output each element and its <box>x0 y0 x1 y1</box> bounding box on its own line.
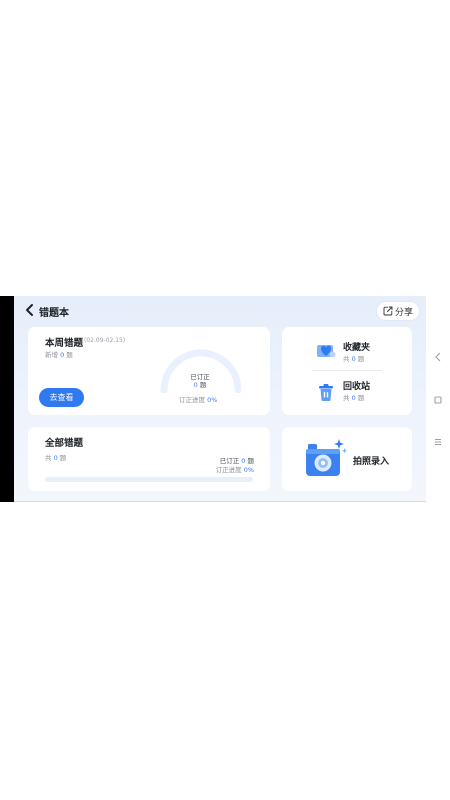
heart-folder-icon <box>317 345 336 358</box>
wrong-question-book-screen: 错题本 分享 本周错题 (02.09-02.15) 新增 0 题 去查看 已订正… <box>14 296 426 502</box>
favorites-entry[interactable]: 收藏夹 共 0 题 <box>282 330 412 370</box>
recycle-title: 回收站 <box>343 382 371 392</box>
all-progress-value: 0% <box>243 466 254 474</box>
favorites-count-value: 0 <box>351 355 356 363</box>
weekly-added-prefix: 新增 <box>45 351 58 359</box>
trash-icon <box>319 384 333 401</box>
favorites-count-prefix: 共 <box>343 355 350 363</box>
weekly-added-unit: 题 <box>66 351 73 359</box>
app-bottom-edge <box>14 501 426 502</box>
weekly-added-count: 0 <box>60 351 65 359</box>
photo-entry-label: 拍照录入 <box>353 457 390 467</box>
share-icon <box>383 306 393 316</box>
nav-home-icon[interactable] <box>431 393 445 407</box>
gauge-corrected-count: 0 题 <box>180 379 220 389</box>
gauge-count-unit: 题 <box>199 381 207 389</box>
recycle-count: 共 0 题 <box>343 392 364 402</box>
weekly-title: 本周错题 <box>45 338 84 349</box>
favorites-title: 收藏夹 <box>343 343 371 353</box>
weekly-added: 新增 0 题 <box>45 349 73 359</box>
all-total-unit: 题 <box>59 454 67 462</box>
favorites-count: 共 0 题 <box>343 353 364 363</box>
all-total: 共 0 题 <box>45 452 66 462</box>
all-total-prefix: 共 <box>45 454 52 462</box>
weekly-date-range: (02.09-02.15) <box>84 337 126 344</box>
recycle-bin-entry[interactable]: 回收站 共 0 题 <box>282 372 412 412</box>
recycle-count-prefix: 共 <box>343 394 350 402</box>
all-mistakes-card[interactable]: 全部错题 共 0 题 已订正 0 题 订正进度 0% <box>28 427 270 491</box>
all-total-value: 0 <box>53 454 58 462</box>
all-progress-label: 订正进度 <box>215 466 242 474</box>
left-black-bar <box>0 296 14 502</box>
photo-entry-card[interactable]: 拍照录入 <box>282 427 412 491</box>
chevron-left-icon[interactable] <box>23 303 37 317</box>
nav-back-icon[interactable] <box>431 350 445 364</box>
share-button[interactable]: 分享 <box>377 302 419 320</box>
share-label: 分享 <box>394 307 413 318</box>
collections-card: 收藏夹 共 0 题 回收站 共 0 题 <box>282 327 412 415</box>
camera-icon <box>306 439 347 476</box>
nav-menu-icon[interactable] <box>431 435 445 449</box>
all-progress-bar <box>45 477 253 482</box>
recycle-count-value: 0 <box>351 394 356 402</box>
weekly-progress-value: 0% <box>207 396 218 404</box>
weekly-progress-label: 订正进度 <box>179 396 205 404</box>
all-title: 全部错题 <box>45 438 84 449</box>
favorites-count-unit: 题 <box>357 355 365 363</box>
collections-divider <box>312 370 382 371</box>
page-title: 错题本 <box>39 308 69 319</box>
view-button[interactable]: 去查看 <box>39 388 84 407</box>
weekly-mistakes-card[interactable]: 本周错题 (02.09-02.15) 新增 0 题 去查看 已订正 0 题 订正… <box>28 327 270 415</box>
header-bar: 错题本 分享 <box>14 296 426 326</box>
all-progress: 订正进度 0% <box>216 464 254 474</box>
weekly-progress: 订正进度 0% <box>179 394 217 404</box>
gauge-count-value: 0 <box>193 381 198 389</box>
recycle-count-unit: 题 <box>357 394 365 402</box>
